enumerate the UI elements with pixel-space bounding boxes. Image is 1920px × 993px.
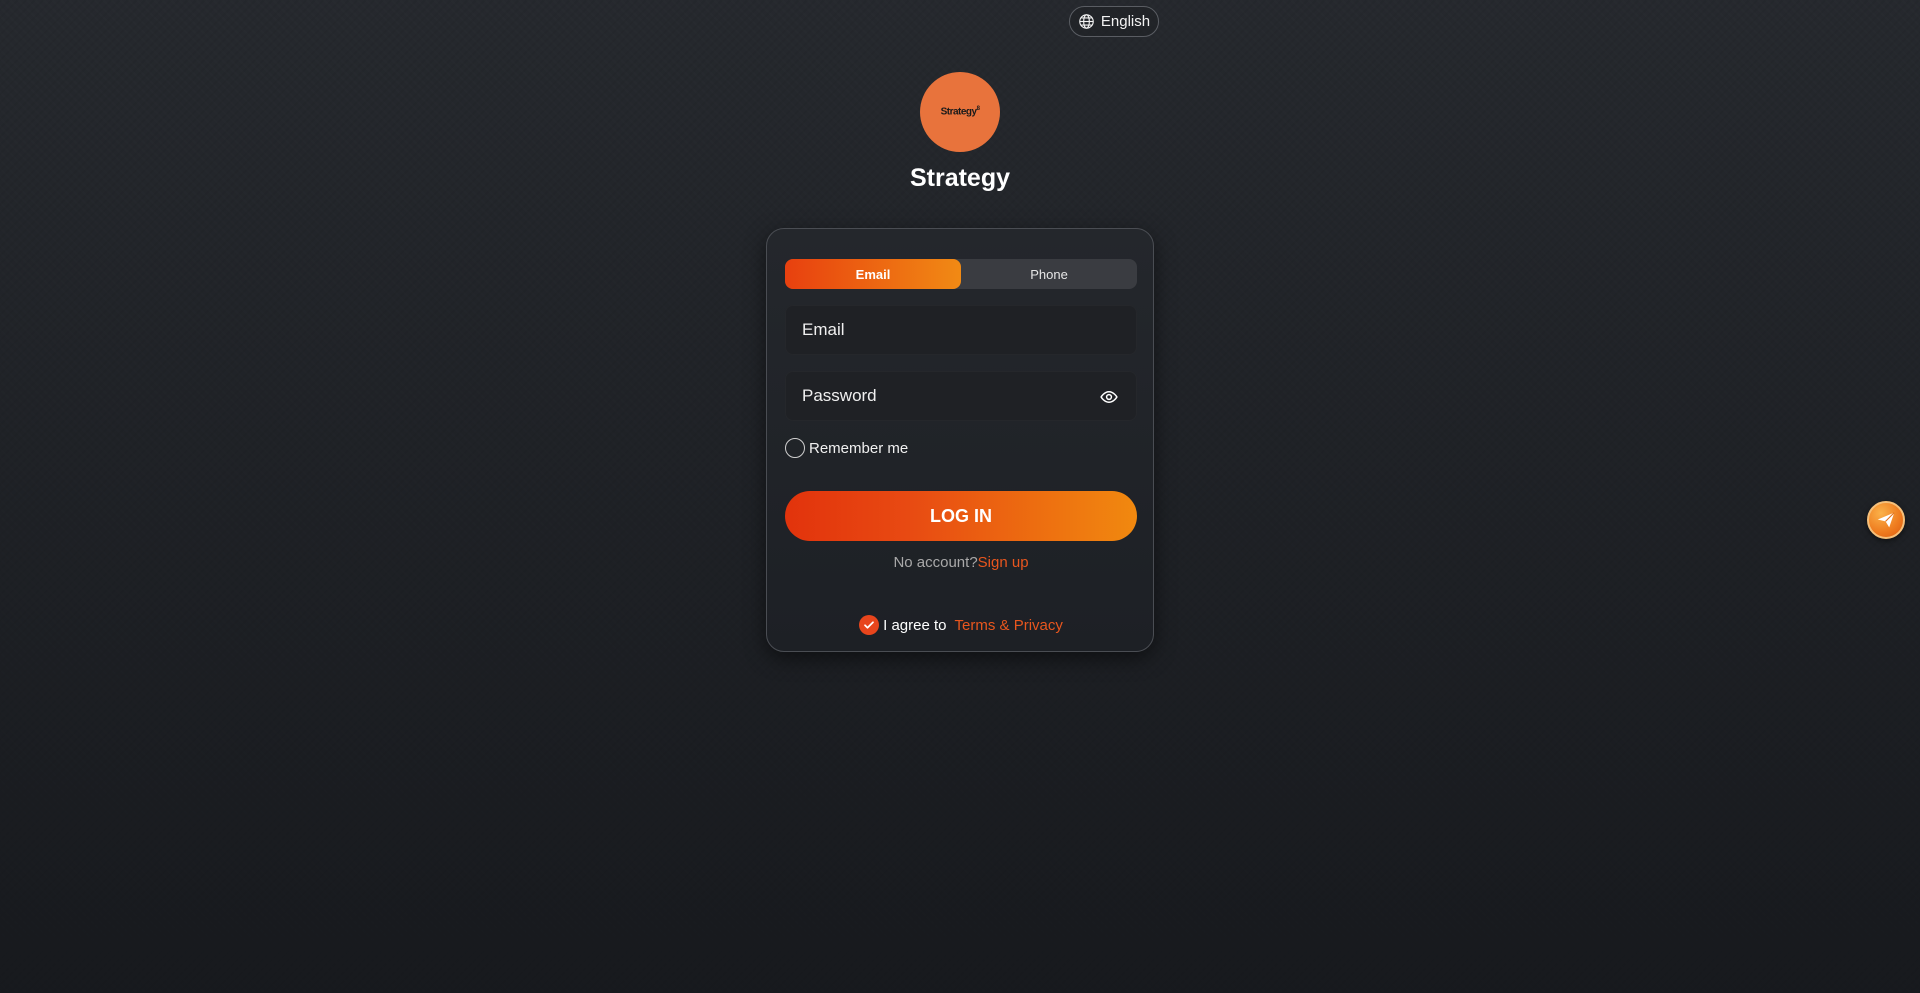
language-label: English [1100, 13, 1151, 30]
no-account-text: No account? [893, 554, 978, 571]
email-field-wrapper [785, 305, 1137, 355]
tab-email[interactable]: Email [785, 259, 961, 289]
remember-me-label: Remember me [809, 439, 909, 457]
terms-agreement: I agree to Terms & Privacy [767, 615, 1155, 635]
remember-me-toggle[interactable]: Remember me [785, 438, 908, 458]
password-field-wrapper [785, 371, 1137, 421]
remember-me-radio[interactable] [785, 438, 805, 458]
email-input[interactable] [786, 306, 1136, 354]
app-title: Strategy [909, 164, 1011, 192]
eye-icon[interactable] [1100, 388, 1118, 406]
paper-plane-icon [1877, 512, 1895, 528]
tab-phone[interactable]: Phone [961, 259, 1137, 289]
signup-prompt: No account?Sign up [767, 554, 1155, 571]
signup-link[interactable]: Sign up [978, 554, 1029, 571]
logo-wordmark: Strategy8 [940, 106, 980, 118]
terms-link[interactable]: Terms & Privacy [955, 617, 1063, 634]
checkmark-icon [864, 621, 874, 629]
globe-icon [1079, 14, 1094, 29]
login-card: Email Phone Remember me LOG IN No accoun… [766, 228, 1154, 652]
login-button[interactable]: LOG IN [785, 491, 1137, 541]
password-input[interactable] [786, 372, 1136, 420]
login-method-tabs: Email Phone [785, 259, 1137, 289]
agree-text: I agree to [883, 616, 947, 634]
floating-action-button[interactable] [1867, 501, 1905, 539]
brand-logo: Strategy8 [920, 72, 1000, 152]
language-selector[interactable]: English [1069, 6, 1159, 37]
agree-checkbox[interactable] [859, 615, 880, 635]
